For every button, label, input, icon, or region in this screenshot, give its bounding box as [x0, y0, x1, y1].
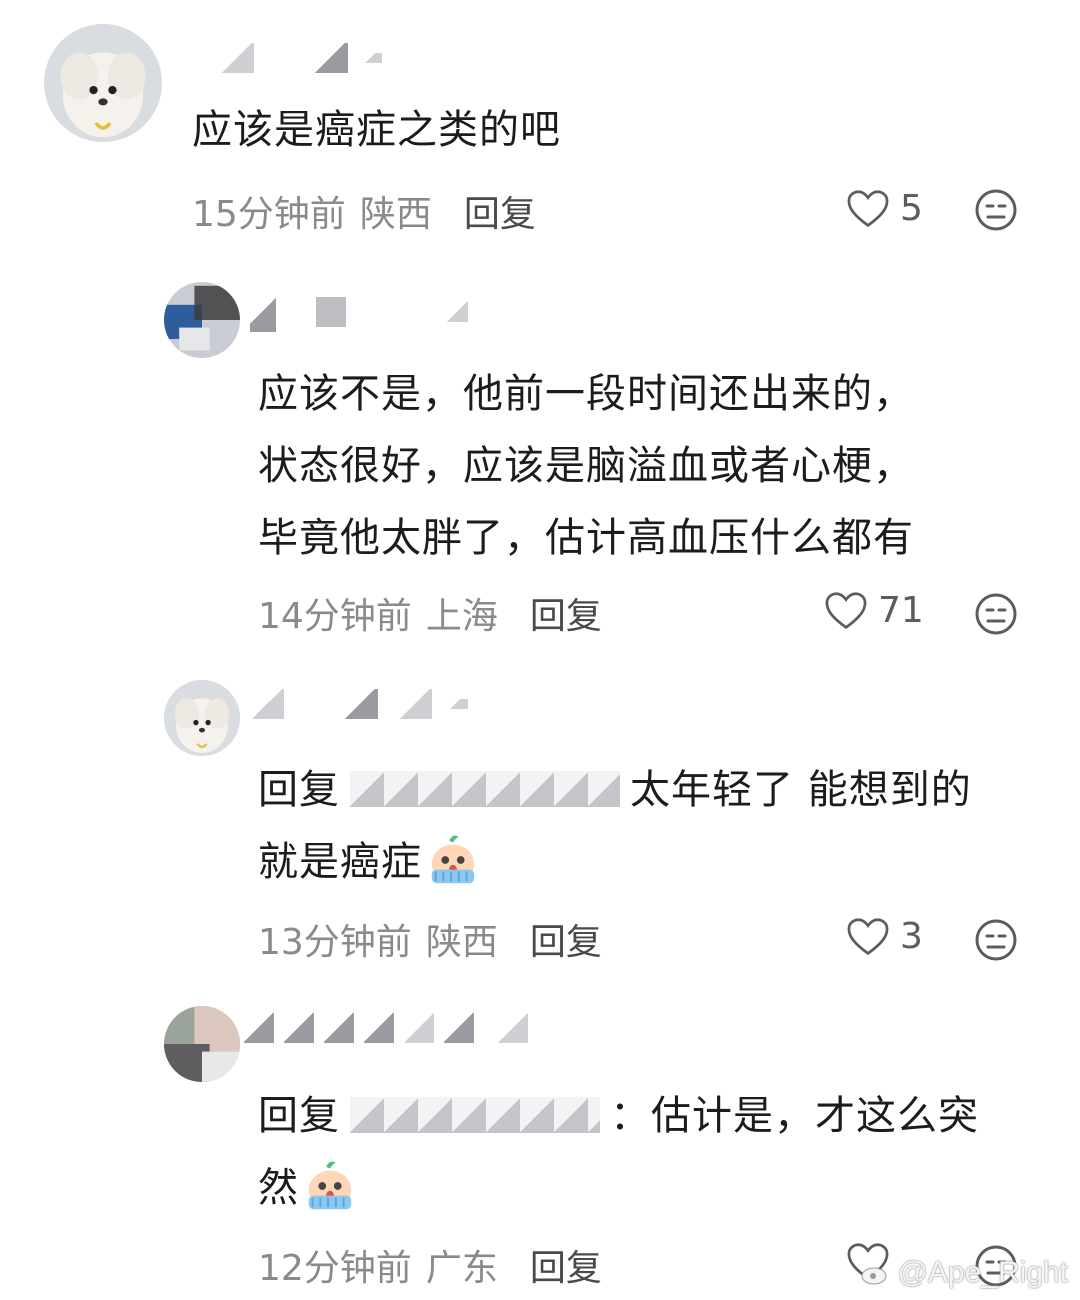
- comment-text: 应该不是，他前一段时间还出来的， 状态很好，应该是脑溢血或者心梗， 毕竟他太胖了…: [258, 358, 914, 574]
- weibo-logo-icon: [861, 1267, 887, 1285]
- timestamp: 15分钟前: [192, 194, 346, 235]
- location: 广东: [425, 1248, 498, 1289]
- neutral-face-icon: [975, 919, 1017, 961]
- dislike-button[interactable]: [974, 188, 1018, 232]
- avatar[interactable]: [44, 24, 162, 142]
- mosaic-block: [324, 1013, 354, 1043]
- like-count: 5: [900, 188, 923, 229]
- like-count: 3: [900, 916, 923, 957]
- watermark: @Ape_Right: [861, 1256, 1068, 1290]
- comment-line: 然: [258, 1152, 979, 1224]
- comment-3: 回复 太年轻了 能想到的 就是癌症 13分钟前 陕西 回复 3: [0, 672, 1080, 992]
- watermark-text: @Ape_Right: [897, 1256, 1068, 1289]
- timestamp: 14分钟前: [258, 596, 412, 637]
- comment-text: 回复 ：估计是，才这么突 然: [258, 1080, 979, 1224]
- mosaic-block: [314, 43, 348, 73]
- mosaic-block: [442, 699, 468, 709]
- comment-meta: 15分钟前 陕西 回复: [192, 186, 1080, 236]
- neutral-face-icon: [975, 189, 1017, 231]
- reply-text: 然: [258, 1165, 299, 1211]
- heart-outline-icon: [847, 917, 889, 955]
- comment-text: 应该是癌症之类的吧: [192, 107, 561, 153]
- comment-4: 回复 ：估计是，才这么突 然 12分钟前 广东 回复: [0, 1000, 1080, 1300]
- comment-line: 应该不是，他前一段时间还出来的，: [258, 371, 914, 417]
- comment-thread: 应该是癌症之类的吧 15分钟前 陕西 回复 5 应该不是，他前一段时间还出来的，…: [0, 0, 1080, 1300]
- comment-meta: 14分钟前 上海 回复: [258, 588, 1080, 638]
- comment-meta: 13分钟前 陕西 回复: [258, 914, 1080, 964]
- avatar[interactable]: [164, 680, 240, 756]
- timestamp: 13分钟前: [258, 922, 412, 963]
- dislike-button[interactable]: [974, 592, 1018, 636]
- username-masked[interactable]: [244, 1006, 528, 1050]
- like-button[interactable]: 71: [824, 590, 924, 631]
- location: 陕西: [425, 922, 498, 963]
- username-masked[interactable]: [250, 682, 468, 726]
- mosaic-block: [284, 1013, 314, 1043]
- mosaic-block: [364, 1013, 394, 1043]
- like-button[interactable]: 5: [846, 188, 923, 229]
- mosaic-block: [398, 689, 432, 719]
- mosaic-block: [404, 1013, 434, 1043]
- timestamp: 12分钟前: [258, 1248, 412, 1289]
- mention-masked[interactable]: [350, 1097, 600, 1133]
- username-masked[interactable]: [220, 36, 382, 80]
- comment-line: 回复 太年轻了 能想到的: [258, 754, 972, 826]
- reply-button[interactable]: 回复: [530, 587, 602, 639]
- mosaic-block: [358, 53, 382, 63]
- mosaic-block: [250, 689, 284, 719]
- reply-button[interactable]: 回复: [530, 1239, 602, 1291]
- neutral-face-icon: [975, 593, 1017, 635]
- mosaic-block: [250, 292, 276, 332]
- mosaic-block: [446, 302, 468, 322]
- heart-outline-icon: [825, 591, 867, 629]
- crying-emoji-icon: [301, 1157, 359, 1215]
- reply-text: 就是癌症: [258, 839, 422, 885]
- reply-prefix: 回复: [258, 767, 340, 813]
- comment-text: 回复 太年轻了 能想到的 就是癌症: [258, 754, 972, 898]
- avatar[interactable]: [164, 282, 240, 358]
- mosaic-block: [344, 689, 378, 719]
- avatar[interactable]: [164, 1006, 240, 1082]
- reply-prefix: 回复: [258, 1093, 340, 1139]
- mosaic-block: [316, 297, 346, 327]
- reply-button[interactable]: 回复: [530, 913, 602, 965]
- reply-button[interactable]: 回复: [464, 185, 536, 237]
- username-masked[interactable]: [250, 290, 468, 334]
- comment-2: 应该不是，他前一段时间还出来的， 状态很好，应该是脑溢血或者心梗， 毕竟他太胖了…: [0, 270, 1080, 660]
- like-count: 71: [878, 590, 924, 631]
- mosaic-block: [220, 43, 254, 73]
- location: 上海: [425, 596, 498, 637]
- reply-text: 太年轻了 能想到的: [630, 767, 972, 813]
- heart-outline-icon: [847, 189, 889, 227]
- comment-1: 应该是癌症之类的吧 15分钟前 陕西 回复 5: [0, 0, 1080, 250]
- comment-line: 就是癌症: [258, 826, 972, 898]
- dislike-button[interactable]: [974, 918, 1018, 962]
- like-button[interactable]: 3: [846, 916, 923, 957]
- mosaic-block: [244, 1013, 274, 1043]
- mosaic-block: [444, 1013, 474, 1043]
- location: 陕西: [359, 194, 432, 235]
- crying-emoji-icon: [424, 831, 482, 889]
- comment-line: 回复 ：估计是，才这么突: [258, 1080, 979, 1152]
- reply-text: ：估计是，才这么突: [610, 1093, 979, 1139]
- mention-masked[interactable]: [350, 771, 620, 807]
- mosaic-block: [498, 1013, 528, 1043]
- comment-line: 毕竟他太胖了，估计高血压什么都有: [258, 515, 914, 561]
- comment-line: 状态很好，应该是脑溢血或者心梗，: [258, 443, 914, 489]
